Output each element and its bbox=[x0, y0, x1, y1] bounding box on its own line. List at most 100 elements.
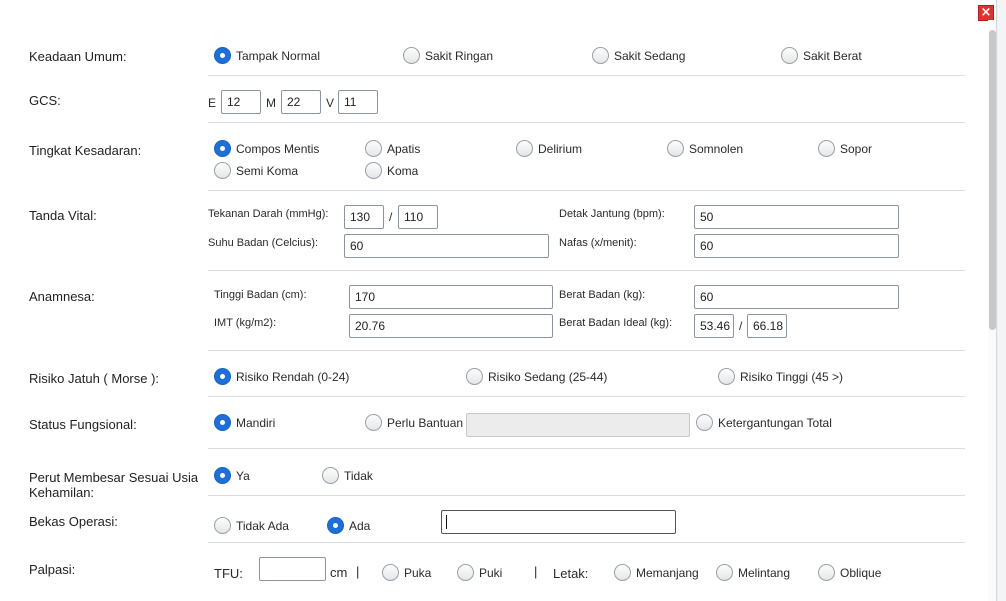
radio-ada[interactable] bbox=[327, 517, 344, 534]
keadaan-umum-label: Keadaan Umum: bbox=[29, 49, 127, 64]
tekanan-darah-label: Tekanan Darah (mmHg): bbox=[208, 208, 329, 220]
radio-ketergantungan-total[interactable] bbox=[696, 414, 713, 431]
option-label: Ada bbox=[349, 519, 371, 533]
radio-sopor[interactable] bbox=[818, 140, 835, 157]
close-icon: × bbox=[980, 5, 992, 20]
radio-sakit-sedang[interactable] bbox=[592, 47, 609, 64]
radio-risiko-sedang[interactable] bbox=[466, 368, 483, 385]
separator: | bbox=[534, 564, 538, 579]
text-cursor bbox=[446, 515, 447, 529]
option-label: Compos Mentis bbox=[236, 142, 320, 156]
gcs-m-label: M bbox=[266, 96, 276, 110]
radio-mandiri[interactable] bbox=[214, 414, 231, 431]
perut-label-line1: Perut Membesar Sesuai Usia bbox=[29, 470, 199, 485]
imt-label: IMT (kg/m2): bbox=[214, 317, 277, 329]
option-label: Risiko Tinggi (45 >) bbox=[740, 370, 844, 384]
nafas-label: Nafas (x/menit): bbox=[559, 237, 637, 249]
scrollbar-thumb[interactable] bbox=[989, 30, 996, 330]
berat-ideal-min-input[interactable]: 53.46 bbox=[694, 314, 734, 338]
tekanan-sistolik-input[interactable]: 130 bbox=[344, 205, 384, 229]
option-label: Tidak Ada bbox=[236, 519, 289, 533]
option-label: Semi Koma bbox=[236, 164, 299, 178]
gcs-v-label: V bbox=[326, 96, 335, 110]
radio-melintang[interactable] bbox=[716, 564, 733, 581]
option-label: Tidak bbox=[344, 469, 373, 483]
imt-input[interactable]: 20.76 bbox=[349, 314, 553, 338]
option-label: Risiko Sedang (25-44) bbox=[488, 370, 608, 384]
gcs-v-input[interactable]: 11 bbox=[338, 90, 378, 114]
examination-modal: × Keadaan Umum: Tampak Normal Sakit Ring… bbox=[0, 0, 997, 601]
tinggi-badan-input[interactable]: 170 bbox=[349, 285, 553, 309]
option-label: Sopor bbox=[840, 142, 873, 156]
option-label: Mandiri bbox=[236, 416, 276, 430]
option-label: Risiko Rendah (0-24) bbox=[236, 370, 350, 384]
radio-puka[interactable] bbox=[382, 564, 399, 581]
tekanan-diastolik-input[interactable]: 110 bbox=[398, 205, 438, 229]
divider bbox=[208, 396, 965, 397]
tfu-label: TFU: bbox=[214, 566, 243, 581]
radio-risiko-tinggi[interactable] bbox=[718, 368, 735, 385]
divider bbox=[208, 350, 965, 351]
option-label: Sakit Ringan bbox=[425, 49, 494, 63]
divider bbox=[208, 495, 965, 496]
berat-badan-input[interactable]: 60 bbox=[694, 285, 899, 309]
risiko-jatuh-label: Risiko Jatuh ( Morse ): bbox=[29, 371, 160, 386]
radio-apatis[interactable] bbox=[365, 140, 382, 157]
gcs-m-input[interactable]: 22 bbox=[281, 90, 321, 114]
perut-label-line2: Kehamilan: bbox=[29, 485, 95, 500]
radio-sakit-berat[interactable] bbox=[781, 47, 798, 64]
kesadaran-label: Tingkat Kesadaran: bbox=[29, 143, 142, 158]
option-label: Melintang bbox=[738, 566, 791, 580]
nafas-input[interactable]: 60 bbox=[694, 234, 899, 258]
separator: | bbox=[356, 564, 360, 579]
radio-puki[interactable] bbox=[457, 564, 474, 581]
option-label: Apatis bbox=[387, 142, 421, 156]
berat-ideal-max-input[interactable]: 66.18 bbox=[747, 314, 787, 338]
radio-risiko-rendah[interactable] bbox=[214, 368, 231, 385]
detak-jantung-input[interactable]: 50 bbox=[694, 205, 899, 229]
gcs-e-input[interactable]: 12 bbox=[221, 90, 261, 114]
close-button[interactable]: × bbox=[978, 5, 994, 21]
radio-compos-mentis[interactable] bbox=[214, 140, 231, 157]
radio-tidak-ada[interactable] bbox=[214, 517, 231, 534]
radio-perut-tidak[interactable] bbox=[322, 467, 339, 484]
perut-membesar-label: Perut Membesar Sesuai Usia Kehamilan: bbox=[29, 470, 198, 500]
option-label: Puki bbox=[479, 566, 503, 580]
radio-tampak-normal[interactable] bbox=[214, 47, 231, 64]
radio-sakit-ringan[interactable] bbox=[403, 47, 420, 64]
option-label: Koma bbox=[387, 164, 419, 178]
status-fungsional-label: Status Fungsional: bbox=[29, 417, 137, 432]
separator: / bbox=[389, 210, 393, 224]
radio-koma[interactable] bbox=[365, 162, 382, 179]
option-label: Perlu Bantuan bbox=[387, 416, 464, 430]
suhu-badan-input[interactable]: 60 bbox=[344, 234, 549, 258]
option-label: Sakit Sedang bbox=[614, 49, 686, 63]
divider bbox=[208, 122, 965, 123]
option-label: Delirium bbox=[538, 142, 583, 156]
option-label: Puka bbox=[404, 566, 432, 580]
radio-perlu-bantuan[interactable] bbox=[365, 414, 382, 431]
radio-delirium[interactable] bbox=[516, 140, 533, 157]
berat-badan-label: Berat Badan (kg): bbox=[559, 289, 646, 301]
radio-semi-koma[interactable] bbox=[214, 162, 231, 179]
option-label: Sakit Berat bbox=[803, 49, 862, 63]
gcs-label: GCS: bbox=[29, 93, 61, 108]
divider bbox=[208, 542, 965, 543]
option-label: Ya bbox=[236, 469, 250, 483]
tinggi-badan-label: Tinggi Badan (cm): bbox=[214, 289, 307, 301]
option-label: Ketergantungan Total bbox=[718, 416, 832, 430]
radio-oblique[interactable] bbox=[818, 564, 835, 581]
palpasi-label: Palpasi: bbox=[29, 562, 76, 577]
radio-memanjang[interactable] bbox=[614, 564, 631, 581]
tfu-input[interactable] bbox=[259, 557, 326, 581]
suhu-badan-label: Suhu Badan (Celcius): bbox=[208, 237, 319, 249]
anamnesa-label: Anamnesa: bbox=[29, 289, 95, 304]
divider bbox=[208, 270, 965, 271]
bekas-operasi-input[interactable] bbox=[441, 510, 676, 534]
divider bbox=[208, 448, 965, 449]
option-label: Somnolen bbox=[689, 142, 744, 156]
option-label: Memanjang bbox=[636, 566, 699, 580]
radio-somnolen[interactable] bbox=[667, 140, 684, 157]
berat-ideal-label: Berat Badan Ideal (kg): bbox=[559, 317, 673, 329]
radio-perut-ya[interactable] bbox=[214, 467, 231, 484]
